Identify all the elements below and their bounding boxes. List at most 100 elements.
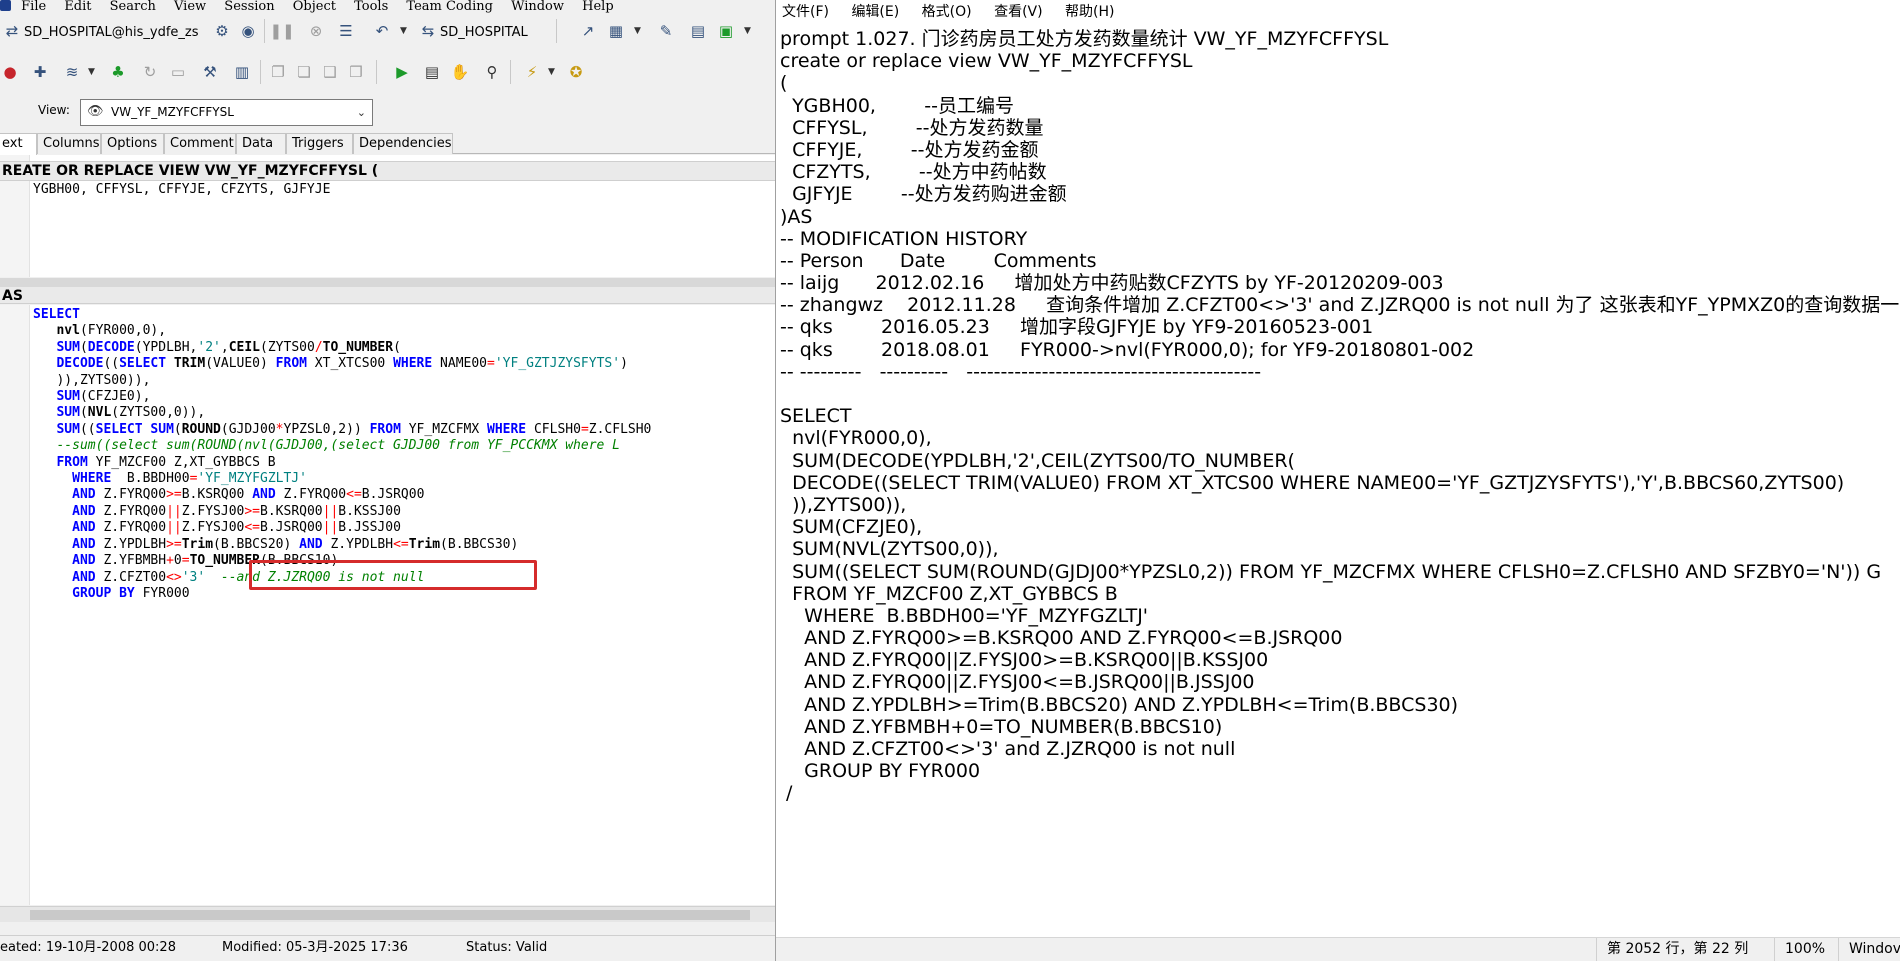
text-line[interactable]: AND Z.YFBMBH+0=TO_NUMBER(B.BBCS10) [780, 714, 1900, 738]
menu-edit[interactable]: 编辑(E) [851, 0, 899, 25]
text-line[interactable]: YGBH00, --员工编号 [780, 93, 1900, 117]
database-label[interactable]: SD_HOSPITAL [440, 25, 528, 40]
tab-options[interactable]: Options [101, 133, 164, 154]
text-line[interactable] [780, 381, 1900, 403]
tab-triggers[interactable]: Triggers [286, 133, 353, 154]
text-line[interactable]: -- MODIFICATION HISTORY [780, 226, 1900, 250]
text-line[interactable]: SUM((SELECT SUM(ROUND(GJDJ00*YPZSL0,2)) … [780, 559, 1900, 583]
text-line[interactable]: CFZYTS, --处方中药帖数 [780, 159, 1900, 183]
debug-icon[interactable]: ✋ [450, 62, 470, 82]
text-line[interactable]: -- Person Date Comments [780, 248, 1900, 272]
session-icon[interactable]: ⚙ [212, 21, 232, 41]
connection-icon[interactable]: ⇄ [2, 21, 22, 41]
text-line[interactable]: SUM(CFZJE0), [780, 514, 1900, 538]
sql-window-icon[interactable]: ▭ [168, 62, 188, 82]
menu-file[interactable]: 文件(F) [782, 0, 829, 25]
binary-icon[interactable]: ▦ [606, 21, 626, 41]
text-line[interactable]: prompt 1.027. 门诊药房员工处方发药数量统计 VW_YF_MZYFC… [780, 26, 1900, 50]
wand-icon[interactable]: ⚡ [522, 62, 542, 82]
sql-icon[interactable]: ✎ [656, 21, 676, 41]
text-line[interactable]: DECODE((SELECT TRIM(VALUE0) FROM XT_XTCS… [780, 470, 1900, 494]
copy-icon[interactable]: ❐ [268, 62, 288, 82]
tab-data[interactable]: Data [236, 133, 286, 154]
tab-columns[interactable]: Columns [37, 133, 101, 154]
menu-session[interactable]: Session [224, 0, 274, 14]
add-icon[interactable]: ✚ [30, 62, 50, 82]
paste-icon[interactable]: ❏ [294, 62, 314, 82]
chevron-down-icon[interactable]: ⌄ [357, 100, 366, 125]
view-select[interactable]: 👁 VW_YF_MZYFCFFYSL ⌄ [80, 99, 373, 126]
text-line[interactable]: -- qks 2016.05.23 增加字段GJFYJE by YF9-2016… [780, 314, 1900, 338]
grid-icon[interactable]: ▤ [688, 21, 708, 41]
globe-icon[interactable]: ◉ [238, 21, 258, 41]
connection-label[interactable]: SD_HOSPITAL@his_ydfe_zs [24, 25, 199, 40]
text-line[interactable]: AND Z.CFZT00<>'3' and Z.JZRQ00 is not nu… [780, 736, 1900, 760]
text-line[interactable]: SUM(DECODE(YPDLBH,'2',CEIL(ZYTS00/TO_NUM… [780, 448, 1900, 472]
menu-object[interactable]: Object [293, 0, 336, 14]
text-line[interactable]: / [780, 780, 1900, 804]
refresh-icon[interactable]: ↻ [140, 62, 160, 82]
menu-team-coding[interactable]: Team Coding [406, 0, 493, 14]
menu-help[interactable]: 帮助(H) [1065, 0, 1114, 25]
menu-format[interactable]: 格式(O) [922, 0, 972, 25]
menu-edit[interactable]: Edit [64, 0, 91, 14]
commit-icon[interactable]: ☰ [336, 21, 356, 41]
database-icon[interactable]: ⇆ [418, 21, 438, 41]
text-line[interactable]: create or replace view VW_YF_MZYFCFFYSL [780, 48, 1900, 72]
replace-icon[interactable]: ❒ [346, 62, 366, 82]
layers-icon[interactable]: ≋ [62, 62, 82, 82]
column-list[interactable]: YGBH00, CFFYSL, CFFYJE, CFZYTS, GJFYJE [33, 182, 330, 198]
main-toolbar: ⇄ SD_HOSPITAL@his_ydfe_zs ⚙ ◉ ❚❚ ⊗ ☰ ↶ ▼… [0, 15, 775, 45]
menu-view[interactable]: View [174, 0, 206, 14]
record-icon[interactable]: ● [0, 62, 20, 82]
menu-file[interactable]: File [21, 0, 46, 14]
text-line[interactable]: -- --------- ---------- ----------------… [780, 359, 1900, 383]
text-line[interactable]: AND Z.YPDLBH>=Trim(B.BBCS20) AND Z.YPDLB… [780, 692, 1900, 716]
execute-icon[interactable]: ▶ [392, 62, 412, 82]
scrollbar-thumb[interactable] [30, 910, 750, 920]
text-line[interactable]: CFFYSL, --处方发药数量 [780, 115, 1900, 139]
tab-text[interactable]: ext [0, 133, 37, 155]
text-line[interactable]: WHERE B.BBDH00='YF_MZYFGZLTJ' [780, 603, 1900, 627]
text-line[interactable]: )),ZYTS00)), [780, 492, 1900, 516]
ddl-icon[interactable]: ▥ [232, 62, 252, 82]
menu-view[interactable]: 查看(V) [994, 0, 1043, 25]
menu-search[interactable]: Search [110, 0, 156, 14]
step-icon[interactable]: ▤ [422, 62, 442, 82]
tab-dependencies[interactable]: Dependencies [353, 133, 453, 154]
text-line[interactable]: )AS [780, 204, 1900, 228]
create-view-header: REATE OR REPLACE VIEW VW_YF_MZYFCFFYSL ( [0, 161, 775, 181]
rollback-icon[interactable]: ↶ [372, 21, 392, 41]
text-line[interactable]: GJFYJE --处方发药购进金额 [780, 181, 1900, 205]
report-icon[interactable]: ▣ [716, 21, 736, 41]
text-line[interactable]: AND Z.FYRQ00>=B.KSRQ00 AND Z.FYRQ00<=B.J… [780, 625, 1900, 649]
menu-tools[interactable]: Tools [354, 0, 388, 14]
text-line[interactable]: AND Z.FYRQ00||Z.FYSJ00>=B.KSRQ00||B.KSSJ… [780, 647, 1900, 671]
compile-icon[interactable]: ⚒ [200, 62, 220, 82]
pause-icon[interactable]: ❚❚ [269, 21, 294, 41]
menu-window[interactable]: Window [511, 0, 564, 14]
text-line[interactable]: SELECT [780, 403, 1900, 427]
text-line[interactable]: -- qks 2018.08.01 FYR000->nvl(FYR000,0);… [780, 337, 1900, 361]
text-line[interactable]: GROUP BY FYR000 [780, 758, 1900, 782]
notepad-text-area[interactable]: prompt 1.027. 门诊药房员工处方发药数量统计 VW_YF_MZYFC… [780, 26, 1900, 934]
binoculars-icon[interactable]: ⚲ [482, 62, 502, 82]
text-line[interactable]: FROM YF_MZCF00 Z,XT_GYBBCS B [780, 581, 1900, 605]
horizontal-scrollbar[interactable] [0, 906, 775, 922]
view-sql-code[interactable]: SELECT nvl(FYR000,0), SUM(DECODE(YPDLBH,… [33, 307, 651, 602]
stop-icon[interactable]: ⊗ [306, 21, 326, 41]
text-line[interactable]: nvl(FYR000,0), [780, 425, 1900, 449]
text-line[interactable]: ( [780, 70, 1900, 94]
object-status-bar: eated: 19-10月-2008 00:28 Modified: 05-3月… [0, 935, 775, 961]
tree-icon[interactable]: ♣ [108, 62, 128, 82]
text-line[interactable]: -- zhangwz 2012.11.28 查询条件增加 Z.CFZT00<>'… [780, 292, 1900, 316]
text-line[interactable]: AND Z.FYRQ00||Z.FYSJ00<=B.JSRQ00||B.JSSJ… [780, 669, 1900, 693]
text-line[interactable]: CFFYJE, --处方发药金额 [780, 137, 1900, 161]
text-line[interactable]: SUM(NVL(ZYTS00,0)), [780, 536, 1900, 560]
tab-comment[interactable]: Comment [164, 133, 236, 154]
explain-icon[interactable]: ↗ [578, 21, 598, 41]
menu-help[interactable]: Help [582, 0, 614, 14]
text-line[interactable]: -- laijg 2012.02.16 增加处方中药贴数CFZYTS by YF… [780, 270, 1900, 294]
find-icon[interactable]: ❑ [320, 62, 340, 82]
help-icon[interactable]: ✪ [566, 62, 586, 82]
